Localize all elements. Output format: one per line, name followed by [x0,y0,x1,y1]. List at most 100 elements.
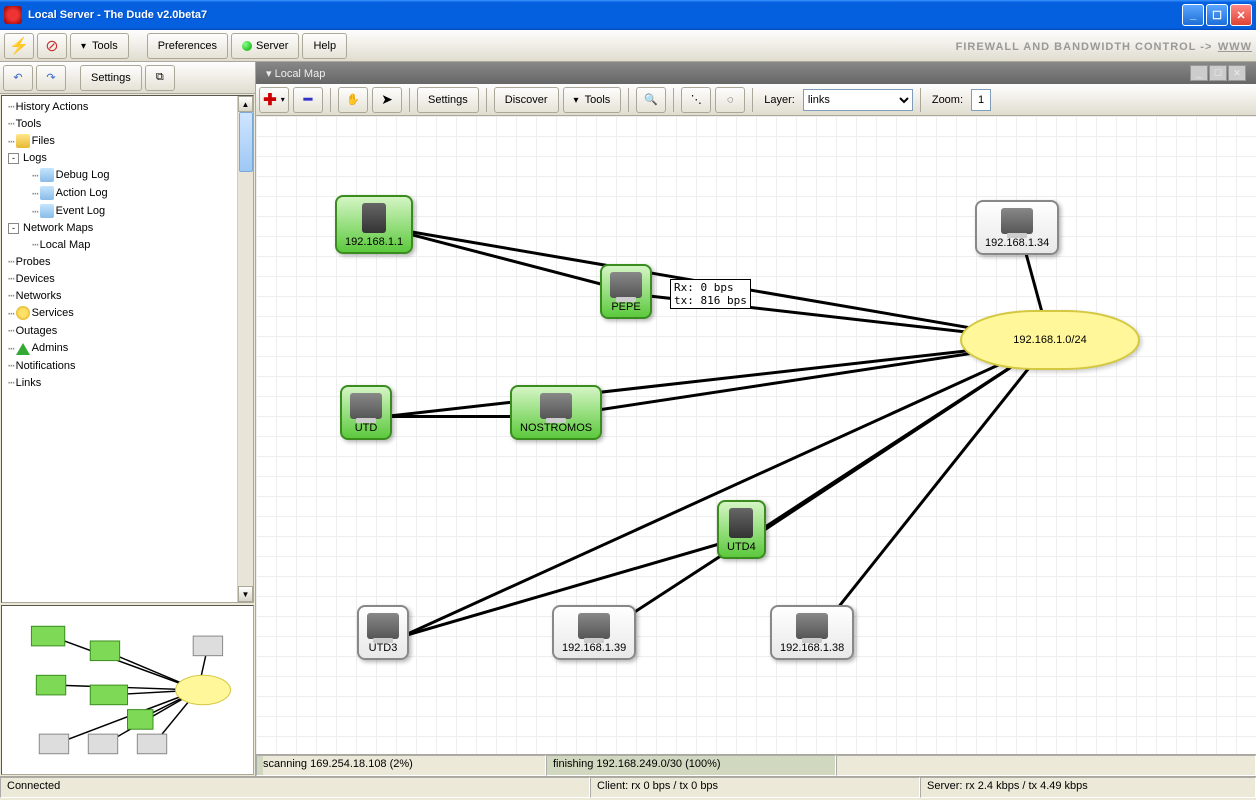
node-label: 192.168.1.1 [345,236,403,248]
pan-button[interactable]: ✋ [338,87,368,113]
preferences-button[interactable]: Preferences [147,33,228,59]
network-cloud[interactable]: 192.168.1.0/24 [960,310,1140,370]
layer-label: Layer: [760,94,799,106]
window-icon: ⧉ [156,71,164,84]
tree-item[interactable]: ⋯Devices [4,270,251,287]
device-node[interactable]: 192.168.1.38 [770,605,854,660]
mode2-button[interactable]: ◌ [715,87,745,113]
map-tab-title[interactable]: Local Map [266,67,325,80]
tree-item[interactable]: ⋯Tools [4,115,251,132]
zoom-input[interactable] [971,89,991,111]
maximize-button[interactable]: ☐ [1206,4,1228,26]
undo-button[interactable]: ↶ [3,65,33,91]
router-icon [362,203,386,233]
minimap[interactable] [1,605,254,775]
map-settings-button[interactable]: Settings [417,87,479,113]
map-tools-menu[interactable]: Tools [563,87,622,113]
tree-item[interactable]: ⋯Services [4,304,251,322]
scroll-down-button[interactable]: ▼ [238,586,253,602]
node-label: UTD3 [367,642,399,654]
zoom-label: Zoom: [928,94,967,106]
device-node[interactable]: 192.168.1.1 [335,195,413,254]
disconnect-button[interactable]: ⊘ [37,33,67,59]
router-icon [729,508,753,538]
network-link[interactable] [401,340,1050,638]
tree-item[interactable]: ⋯Links [4,374,251,391]
tree-item[interactable]: ⋯Probes [4,253,251,270]
link-traffic-label: Rx: 0 bps tx: 816 bps [670,279,751,309]
tree-item[interactable]: ⋯Files [4,132,251,150]
device-node[interactable]: PEPE [600,264,652,319]
device-node[interactable]: 192.168.1.39 [552,605,636,660]
computer-icon [578,613,610,639]
panel-max-button[interactable]: ☐ [1209,65,1227,81]
titlebar: Local Server - The Dude v2.0beta7 _ ☐ ✕ [0,0,1256,30]
redo-button[interactable]: ↷ [36,65,66,91]
minimize-button[interactable]: _ [1182,4,1204,26]
node-label: UTD [350,422,382,434]
sidebar-settings-button[interactable]: Settings [80,65,142,91]
device-node[interactable]: UTD4 [717,500,766,559]
plus-icon: ✚ [263,90,276,110]
network-canvas[interactable]: Rx: 0 bps tx: 816 bps 192.168.1.0/24 192… [256,116,1256,754]
tree-item[interactable]: ⋯Admins [4,339,251,357]
log-icon [40,168,54,182]
tools-menu[interactable]: Tools [70,33,129,59]
mode1-button[interactable]: ⋱ [681,87,711,113]
map-tab-bar: Local Map _ ☐ ✕ [256,62,1256,84]
status-server: Server: rx 2.4 kbps / tx 4.49 kbps [920,777,1256,798]
node-label: NOSTROMOS [520,422,592,434]
computer-icon [540,393,572,419]
tree-item[interactable]: -Network Maps [4,220,251,236]
server-button[interactable]: Server [231,33,299,59]
scroll-thumb[interactable] [239,112,253,172]
add-button[interactable]: ✚▾ [259,87,289,113]
statusbar: Connected Client: rx 0 bps / tx 0 bps Se… [0,776,1256,798]
network-link[interactable] [814,341,1051,638]
dots-icon: ⋱ [691,93,702,106]
computer-icon [796,613,828,639]
progress-spacer [836,755,1256,776]
device-node[interactable]: UTD [340,385,392,440]
tree-item[interactable]: ⋯Outages [4,322,251,339]
tree-item[interactable]: ⋯Action Log [4,184,251,202]
dropdown-arrow-icon [574,94,581,106]
binoculars-icon: 🔍 [644,93,658,106]
find-button[interactable]: 🔍 [636,87,666,113]
device-node[interactable]: NOSTROMOS [510,385,602,440]
discover-button[interactable]: Discover [494,87,559,113]
finish-progress: finishing 192.168.249.0/30 (100%) [546,755,836,776]
status-dot-icon [242,41,252,51]
tree-item[interactable]: ⋯Notifications [4,357,251,374]
computer-icon [1001,208,1033,234]
device-node[interactable]: UTD3 [357,605,409,660]
remove-button[interactable]: ━ [293,87,323,113]
node-label: 192.168.1.38 [780,642,844,654]
panel-close-button[interactable]: ✕ [1228,65,1246,81]
tree-item[interactable]: ⋯History Actions [4,98,251,115]
select-button[interactable]: ➤ [372,87,402,113]
connect-button[interactable]: ⚡ [4,33,34,59]
tree-item[interactable]: ⋯Event Log [4,202,251,220]
tree-item[interactable]: -Logs [4,150,251,166]
gear-icon [16,306,30,320]
progress-bar-row: scanning 169.254.18.108 (2%) finishing 1… [256,754,1256,776]
tree-item[interactable]: ⋯Networks [4,287,251,304]
device-node[interactable]: 192.168.1.34 [975,200,1059,255]
ad-banner[interactable]: Firewall and Bandwidth control -> www [956,37,1252,55]
tree-view[interactable]: ▲ ▼ ⋯History Actions⋯Tools⋯Files-Logs⋯De… [1,95,254,603]
help-button[interactable]: Help [302,33,347,59]
close-button[interactable]: ✕ [1230,4,1252,26]
layer-select[interactable]: links [803,89,913,111]
computer-icon [610,272,642,298]
panel-min-button[interactable]: _ [1190,65,1208,81]
sidebar-extra-button[interactable]: ⧉ [145,65,175,91]
tree-item[interactable]: ⋯Local Map [4,236,251,253]
tree-scrollbar[interactable]: ▲ ▼ [237,96,253,602]
scroll-up-button[interactable]: ▲ [238,96,253,112]
hand-icon: ✋ [346,93,360,106]
admin-icon [16,341,30,355]
pointer-icon: ➤ [381,91,393,108]
tree-item[interactable]: ⋯Debug Log [4,166,251,184]
window-title: Local Server - The Dude v2.0beta7 [28,9,1182,21]
